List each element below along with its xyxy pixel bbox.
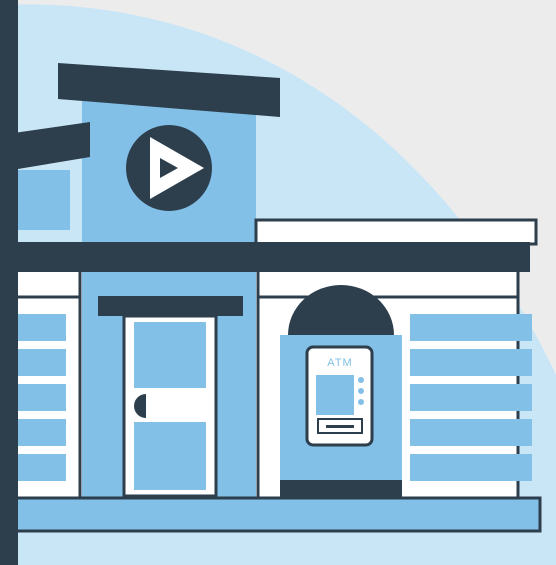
door-lintel (98, 296, 243, 316)
play-triangle-logo-icon (126, 125, 212, 211)
right-louvers (410, 314, 532, 481)
atm-button (358, 399, 364, 405)
atm-screen (316, 375, 354, 415)
bank-branch-illustration: ATM (0, 0, 556, 565)
atm-label: ATM (327, 357, 352, 369)
foundation (0, 496, 542, 533)
atm-button (358, 377, 364, 383)
right-roof-cap (254, 218, 538, 246)
left-wing-window (18, 170, 70, 230)
atm-button (358, 388, 364, 394)
left-louvers (18, 314, 66, 481)
canopy-beam (0, 242, 530, 272)
bank-building-svg: ATM (0, 0, 556, 565)
left-pillar (0, 0, 18, 565)
